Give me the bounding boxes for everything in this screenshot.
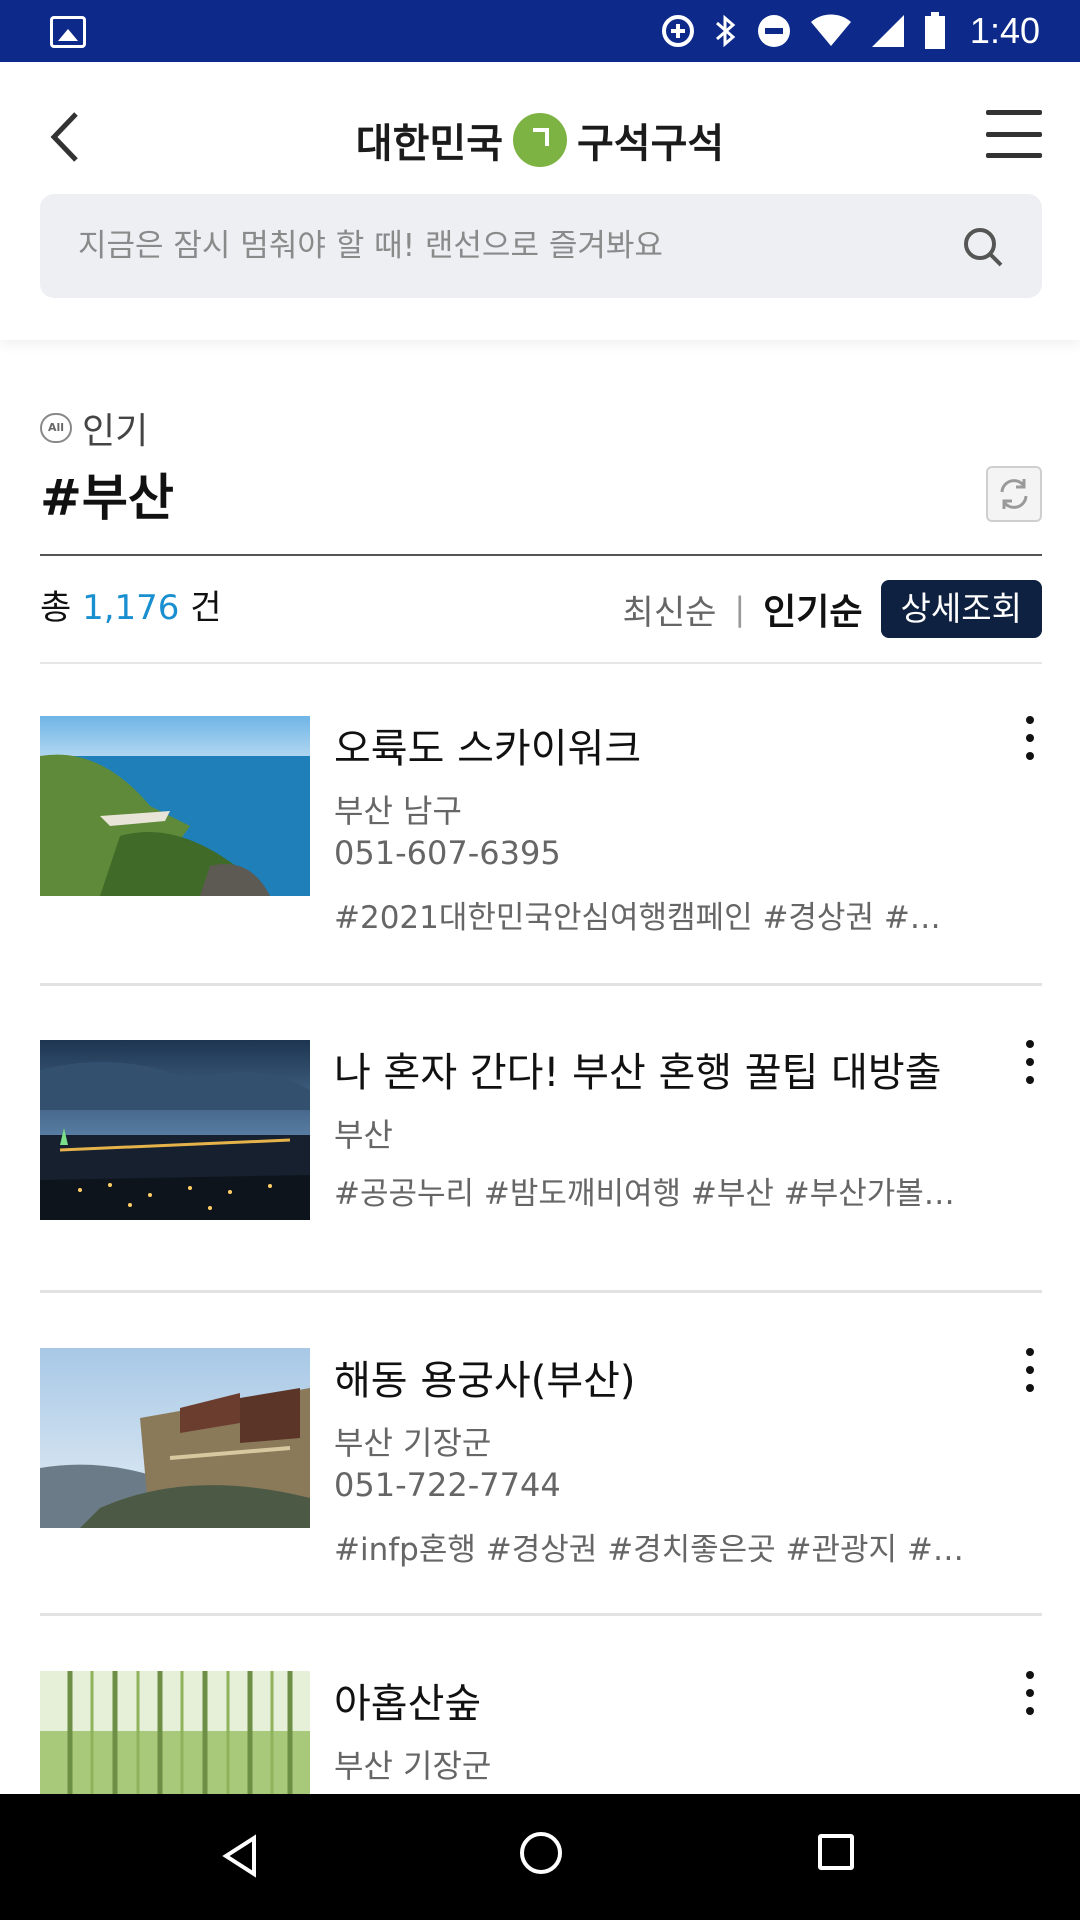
kebab-icon xyxy=(1026,1348,1034,1356)
item-phone[interactable]: 051-607-6395 xyxy=(334,834,561,872)
count-suffix: 건 xyxy=(190,588,222,628)
kebab-icon xyxy=(1026,1671,1034,1679)
signal-icon xyxy=(871,15,904,47)
list-item[interactable]: 아홉산숲 부산 기장군 xyxy=(40,1671,1042,1794)
item-location: 부산 기장군 xyxy=(334,1424,492,1462)
app-logo[interactable]: 대한민국 구석구석 xyxy=(0,100,1080,180)
sort-controls: 최신순 | 인기순 상세조회 xyxy=(623,580,1042,638)
item-title[interactable]: 아홉산숲 xyxy=(334,1671,481,1729)
app-header: 대한민국 구석구석 지금은 잠시 멈춰야 할 때! 랜선으로 즐겨봐요 xyxy=(0,62,1080,340)
gallery-icon xyxy=(50,16,86,48)
item-divider xyxy=(40,1290,1042,1293)
hamburger-icon xyxy=(986,110,1042,115)
count-value: 1,176 xyxy=(82,588,180,628)
item-phone[interactable]: 051-722-7744 xyxy=(334,1466,561,1504)
count-prefix: 총 xyxy=(40,588,72,628)
result-count: 총 1,176 건 xyxy=(40,580,222,636)
nav-home-icon[interactable] xyxy=(520,1832,562,1874)
kebab-icon xyxy=(1026,716,1034,724)
item-location: 부산 기장군 xyxy=(334,1747,492,1785)
logo-text-left: 대한민국 xyxy=(355,121,503,167)
thumbnail-image xyxy=(40,1671,310,1794)
item-tags: #공공누리 #밤도깨비여행 #부산 #부산가볼… xyxy=(334,1176,955,1212)
item-location: 부산 남구 xyxy=(334,792,462,830)
thumbnail-image xyxy=(40,716,310,896)
logo-mark-icon xyxy=(513,113,567,167)
bluetooth-icon xyxy=(715,14,736,48)
search-placeholder: 지금은 잠시 멈춰야 할 때! 랜선으로 즐겨봐요 xyxy=(78,228,663,264)
status-icons: 1:40 xyxy=(660,8,1040,54)
more-options-button[interactable] xyxy=(1018,1671,1042,1715)
do-not-disturb-icon xyxy=(757,15,790,47)
list-item[interactable]: 나 혼자 간다! 부산 혼행 꿀팁 대방출 부산 #공공누리 #밤도깨비여행 #… xyxy=(40,1040,1042,1260)
sort-separator: | xyxy=(734,590,746,628)
battery-icon xyxy=(924,12,945,49)
status-bar: 1:40 xyxy=(0,0,1080,62)
wifi-icon xyxy=(810,14,851,46)
item-title[interactable]: 오륙도 스카이워크 xyxy=(334,716,641,774)
list-item[interactable]: 오륙도 스카이워크 부산 남구 051-607-6395 #2021대한민국안심… xyxy=(40,716,1042,956)
sort-latest-button[interactable]: 최신순 xyxy=(623,585,717,634)
page-title: #부산 xyxy=(40,469,174,527)
kebab-icon xyxy=(1026,1040,1034,1048)
detail-search-button[interactable]: 상세조회 xyxy=(880,580,1042,638)
section-label: All 인기 xyxy=(40,402,148,454)
list-top-divider xyxy=(40,662,1042,664)
item-title[interactable]: 해동 용궁사(부산) xyxy=(334,1348,636,1406)
refresh-button[interactable] xyxy=(986,466,1042,522)
item-location: 부산 xyxy=(334,1116,393,1154)
section-divider xyxy=(40,554,1042,556)
item-tags: #2021대한민국안심여행캠페인 #경상권 #… xyxy=(334,900,941,936)
search-bar[interactable]: 지금은 잠시 멈춰야 할 때! 랜선으로 즐겨봐요 xyxy=(40,194,1042,298)
item-title[interactable]: 나 혼자 간다! 부산 혼행 꿀팁 대방출 xyxy=(334,1040,942,1098)
more-options-button[interactable] xyxy=(1018,1040,1042,1084)
system-navigation-bar xyxy=(0,1794,1080,1920)
refresh-icon xyxy=(1000,479,1028,509)
data-saver-icon xyxy=(661,15,694,47)
clock: 1:40 xyxy=(969,10,1040,51)
nav-back-icon[interactable] xyxy=(220,1834,260,1878)
more-options-button[interactable] xyxy=(1018,1348,1042,1392)
list-item[interactable]: 해동 용궁사(부산) 부산 기장군 051-722-7744 #infp혼행 #… xyxy=(40,1348,1042,1588)
item-tags: #infp혼행 #경상권 #경치좋은곳 #관광지 #… xyxy=(334,1532,964,1568)
item-divider xyxy=(40,1613,1042,1616)
search-icon[interactable] xyxy=(962,226,1004,268)
nav-recent-apps-icon[interactable] xyxy=(818,1834,854,1870)
thumbnail-image xyxy=(40,1348,310,1528)
item-divider xyxy=(40,983,1042,986)
sort-popular-button[interactable]: 인기순 xyxy=(763,583,862,635)
more-options-button[interactable] xyxy=(1018,716,1042,760)
menu-button[interactable] xyxy=(986,104,1042,164)
logo-text-right: 구석구석 xyxy=(577,121,725,167)
section-category: 인기 xyxy=(82,411,149,452)
thumbnail-image xyxy=(40,1040,310,1220)
all-badge-icon: All xyxy=(40,413,72,443)
